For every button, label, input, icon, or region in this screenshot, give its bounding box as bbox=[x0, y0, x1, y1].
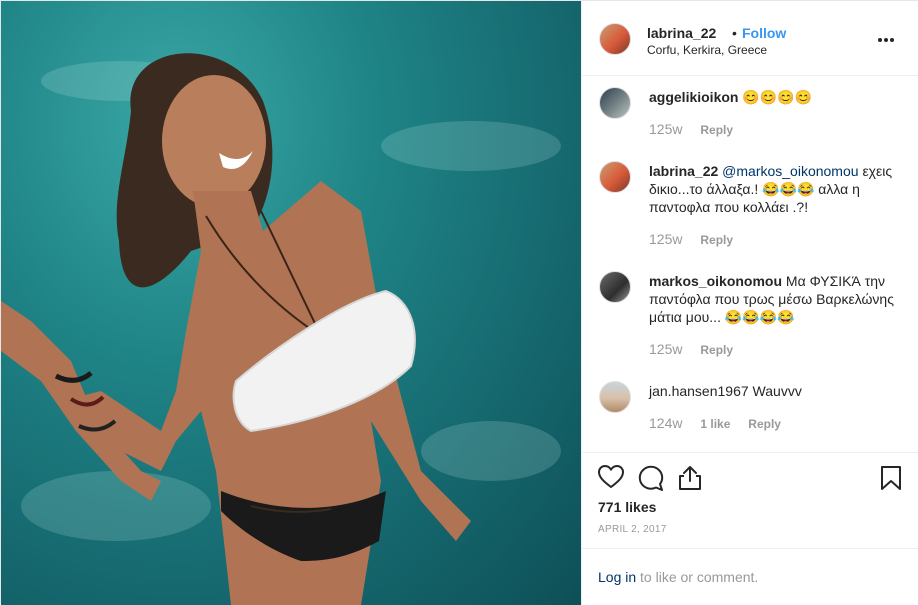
commenter-username[interactable]: markos_oikonomou bbox=[649, 273, 782, 289]
post-actions: 771 likes APRIL 2, 2017 bbox=[582, 452, 918, 548]
reply-button[interactable]: Reply bbox=[700, 233, 733, 247]
commenter-avatar[interactable] bbox=[599, 87, 631, 119]
more-options-icon[interactable] bbox=[878, 29, 902, 45]
post-photo[interactable] bbox=[1, 1, 581, 605]
comment-icon[interactable] bbox=[638, 465, 664, 494]
separator-dot: • bbox=[732, 25, 737, 41]
comment-likes[interactable]: 1 like bbox=[700, 417, 730, 431]
post-date[interactable]: APRIL 2, 2017 bbox=[598, 524, 667, 535]
commenter-avatar[interactable] bbox=[599, 161, 631, 193]
author-avatar[interactable] bbox=[599, 23, 631, 55]
login-prompt: Log in to like or comment. bbox=[582, 548, 918, 604]
likes-count[interactable]: 771 likes bbox=[598, 499, 656, 515]
comment-mention[interactable]: @markos_oikonomou bbox=[722, 163, 858, 179]
heart-icon[interactable] bbox=[597, 464, 625, 492]
follow-button[interactable]: Follow bbox=[742, 25, 786, 41]
post-card: labrina_22 • Follow Corfu, Kerkira, Gree… bbox=[0, 0, 918, 605]
comment-text: markos_oikonomou Μα ΦΥΣΙΚΆ την παντόφλα … bbox=[649, 272, 909, 326]
author-username[interactable]: labrina_22 bbox=[647, 25, 716, 41]
comment-body: Wauvvv bbox=[752, 383, 802, 399]
reply-button[interactable]: Reply bbox=[700, 123, 733, 137]
comment-meta: 124w 1 like Reply bbox=[649, 415, 781, 431]
comment-meta: 125w Reply bbox=[649, 231, 733, 247]
comment-text: jan.hansen1967 Wauvvv bbox=[649, 382, 909, 400]
post-sidebar: labrina_22 • Follow Corfu, Kerkira, Gree… bbox=[581, 1, 918, 605]
bookmark-icon[interactable] bbox=[880, 465, 902, 494]
comment-meta: 125w Reply bbox=[649, 341, 733, 357]
comment-text: labrina_22 @markos_oikonomou εχεις δικιο… bbox=[649, 162, 909, 216]
reply-button[interactable]: Reply bbox=[748, 417, 781, 431]
login-link[interactable]: Log in bbox=[598, 569, 636, 585]
comment-time[interactable]: 125w bbox=[649, 341, 682, 357]
comment-time[interactable]: 124w bbox=[649, 415, 682, 431]
login-text: Log in to like or comment. bbox=[598, 569, 758, 585]
person-illustration bbox=[1, 53, 471, 605]
commenter-username[interactable]: labrina_22 bbox=[649, 163, 718, 179]
comment-time[interactable]: 125w bbox=[649, 121, 682, 137]
comment-meta: 125w Reply bbox=[649, 121, 733, 137]
comment-text: aggelikioikon 😊😊😊😊 bbox=[649, 88, 909, 106]
comment-time[interactable]: 125w bbox=[649, 231, 682, 247]
post-location[interactable]: Corfu, Kerkira, Greece bbox=[647, 43, 767, 57]
comment-body: 😊😊😊😊 bbox=[742, 89, 813, 105]
login-rest: to like or comment. bbox=[636, 569, 759, 585]
commenter-username[interactable]: aggelikioikon bbox=[649, 89, 738, 105]
share-icon[interactable] bbox=[678, 465, 702, 494]
commenter-avatar[interactable] bbox=[599, 271, 631, 303]
post-header: labrina_22 • Follow Corfu, Kerkira, Gree… bbox=[582, 1, 918, 76]
reply-button[interactable]: Reply bbox=[700, 343, 733, 357]
commenter-avatar[interactable] bbox=[599, 381, 631, 413]
commenter-username[interactable]: jan.hansen1967 bbox=[649, 383, 749, 399]
